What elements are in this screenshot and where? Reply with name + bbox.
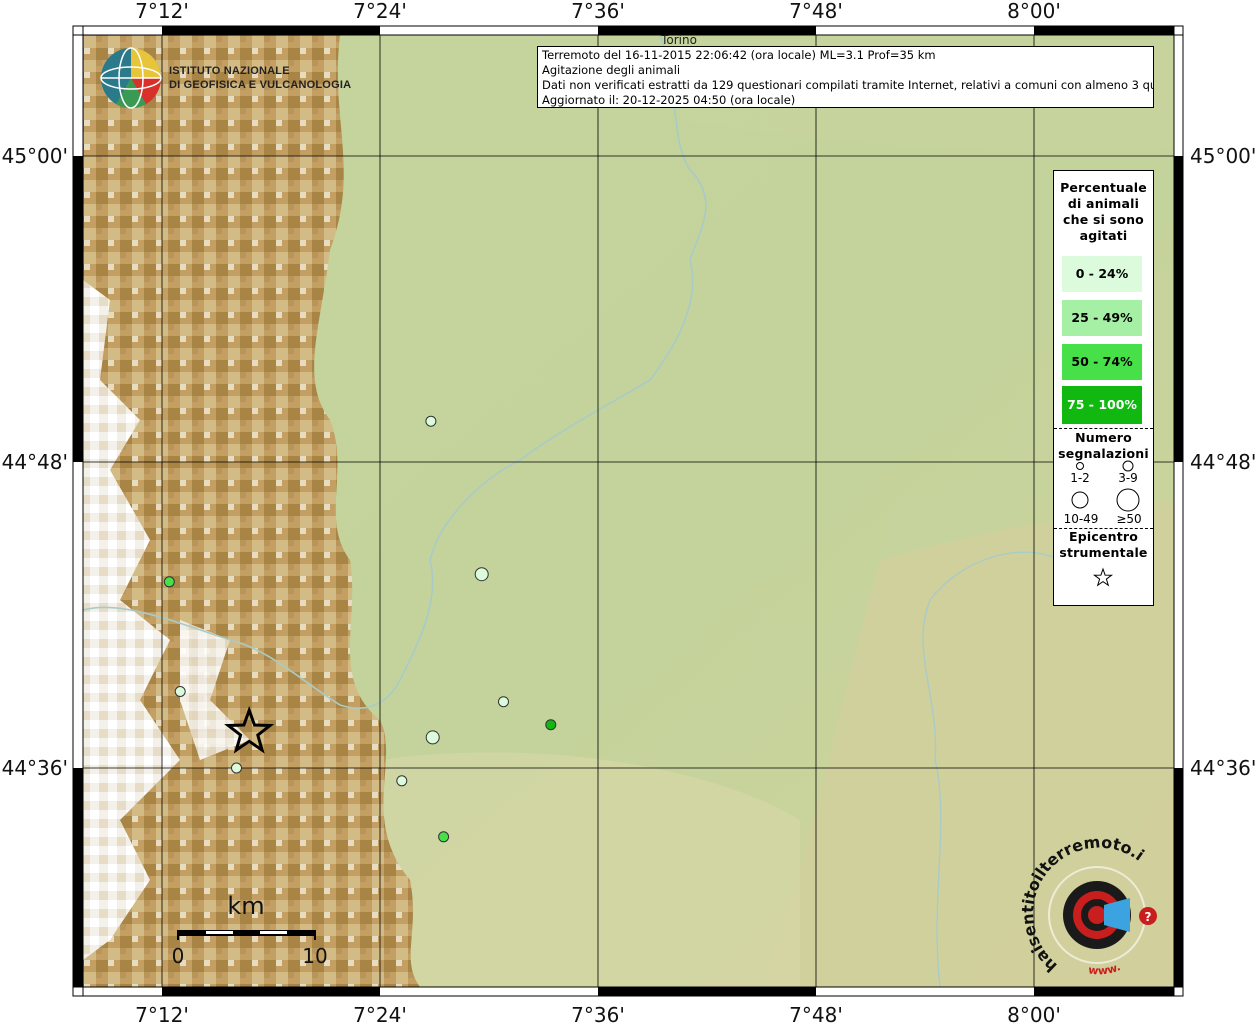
observation-point	[425, 730, 440, 745]
event-info-box: Terremoto del 16-11-2015 22:06:42 (ora l…	[537, 46, 1154, 108]
x-tick-label-top: 7°12'	[135, 0, 189, 23]
legend-title-line: Percentuale	[1060, 180, 1147, 195]
observation-point	[52, 987, 62, 997]
legend-count-1-2: 1-2	[1070, 471, 1090, 485]
event-info-line-3: Dati non verificati estratti da 129 ques…	[542, 78, 1154, 92]
map-legend: Percentuale di animali che si sono agita…	[1053, 170, 1154, 606]
institute-name: ISTITUTO NAZIONALE DI GEOFISICA E VULCAN…	[169, 64, 351, 92]
observation-point	[545, 719, 557, 731]
scale-bar-start: 0	[172, 944, 185, 968]
legend-title: Percentuale di animali che si sono agita…	[1054, 180, 1153, 244]
x-tick-label-bottom: 7°48'	[789, 1003, 843, 1024]
scale-bar-end: 10	[302, 944, 327, 968]
x-tick-label-bottom: 7°36'	[571, 1003, 625, 1024]
legend-epicenter-title-line: strumentale	[1059, 545, 1148, 560]
legend-epicenter-title-line: Epicentro	[1068, 529, 1139, 544]
observation-point	[438, 831, 450, 843]
observation-point	[231, 762, 242, 774]
x-tick-label-top: 7°24'	[353, 0, 407, 23]
observation-point	[474, 567, 489, 582]
legend-swatch-50-74: 50 - 74%	[1062, 344, 1142, 380]
ingv-logo-icon	[100, 47, 162, 109]
observation-point	[174, 686, 186, 697]
legend-star-icon	[1092, 567, 1114, 587]
legend-separator	[1054, 428, 1153, 429]
observation-point	[396, 775, 408, 787]
legend-title-line: di animali	[1067, 196, 1140, 211]
event-info-line-1: Terremoto del 16-11-2015 22:06:42 (ora l…	[542, 48, 936, 62]
y-tick-label-right: 44°48'	[1190, 450, 1256, 474]
legend-title-line: agitati	[1079, 228, 1128, 243]
legend-epicenter-title: Epicentro strumentale	[1054, 529, 1153, 561]
scale-bar-unit: km	[227, 892, 264, 920]
y-tick-label-right: 44°36'	[1190, 756, 1256, 780]
y-tick-label-right: 45°00'	[1190, 144, 1256, 168]
x-tick-label-top: 7°36'	[571, 0, 625, 23]
city-label-torino: Torino	[660, 33, 697, 47]
observation-point	[498, 696, 509, 708]
x-tick-label-bottom: 7°24'	[353, 1003, 407, 1024]
legend-count-10-49: 10-49	[1063, 512, 1099, 526]
legend-title-line: che si sono	[1063, 212, 1144, 227]
event-info-line-4: Aggiornato il: 20-12-2025 04:50 (ora loc…	[542, 93, 796, 107]
x-tick-label-top: 7°48'	[789, 0, 843, 23]
legend-swatch-25-49: 25 - 49%	[1062, 300, 1142, 336]
event-info-line-2: Agitazione degli animali	[542, 63, 681, 77]
observation-point	[425, 415, 437, 427]
legend-count-3-9: 3-9	[1118, 471, 1138, 485]
legend-size-symbols	[1071, 460, 1140, 512]
legend-swatch-0-24: 0 - 24%	[1062, 256, 1142, 292]
institute-line-2: DI GEOFISICA E VULCANOLOGIA	[169, 79, 352, 91]
legend-swatch-75-100: 75 - 100%	[1062, 386, 1142, 424]
legend-count-50-plus: ≥50	[1116, 512, 1142, 526]
x-tick-label-bottom: 8°00'	[1007, 1003, 1061, 1024]
y-tick-label-left: 44°48'	[2, 450, 68, 474]
institute-line-1: ISTITUTO NAZIONALE	[169, 65, 290, 77]
y-tick-label-left: 44°36'	[2, 756, 68, 780]
svg-text:?: ?	[1145, 910, 1152, 924]
y-tick-label-left: 45°00'	[2, 144, 68, 168]
x-tick-label-bottom: 7°12'	[135, 1003, 189, 1024]
observation-point	[163, 576, 175, 588]
legend-count-title-line: Numero	[1075, 430, 1132, 445]
x-tick-label-top: 8°00'	[1007, 0, 1061, 23]
